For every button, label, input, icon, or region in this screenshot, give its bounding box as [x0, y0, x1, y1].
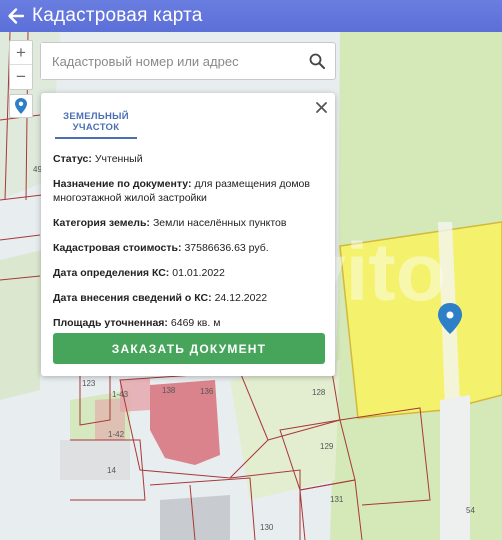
detail-label: Статус: [53, 153, 92, 165]
map-label: 54 [466, 506, 475, 515]
map-label: 1-43 [112, 390, 129, 399]
map-label: 131 [330, 495, 344, 504]
back-button[interactable] [0, 0, 32, 32]
detail-row-status: Статус: Учтенный [53, 152, 325, 166]
detail-row-area: Площадь уточненная: 6469 кв. м [53, 316, 325, 330]
search-icon [309, 53, 325, 69]
map-marker-icon [15, 98, 27, 114]
parcel-info-card: ЗЕМЕЛЬНЫЙ УЧАСТОК Статус: Учтенный Назнач… [41, 93, 335, 376]
order-document-button[interactable]: ЗАКАЗАТЬ ДОКУМЕНТ [53, 333, 325, 364]
arrow-left-icon [8, 8, 25, 24]
close-icon [315, 101, 327, 113]
detail-value: 01.01.2022 [172, 267, 225, 279]
map-label: 130 [260, 523, 274, 532]
detail-value: 37586636.63 руб. [184, 242, 269, 254]
map-label: 136 [200, 387, 214, 396]
detail-row-valuation-date: Дата определения КС: 01.01.2022 [53, 266, 325, 280]
detail-value: 6469 кв. м [170, 317, 221, 329]
detail-row-purpose: Назначение по документу: для размещения д… [53, 177, 325, 205]
detail-label: Дата внесения сведений о КС: [53, 292, 212, 304]
detail-value: 24.12.2022 [214, 292, 268, 304]
map-label: 1-42 [108, 430, 125, 439]
search-bar [40, 42, 336, 80]
detail-row-category: Категория земель: Земли населённых пункто… [53, 216, 325, 230]
map-label: 14 [107, 466, 116, 475]
close-button[interactable] [313, 99, 329, 115]
detail-value: Учтенный [94, 153, 143, 165]
detail-label: Кадастровая стоимость: [53, 242, 182, 254]
detail-label: Категория земель: [53, 217, 150, 229]
detail-label: Площадь уточненная: [53, 317, 168, 329]
detail-row-entry-date: Дата внесения сведений о КС: 24.12.2022 [53, 291, 325, 305]
detail-row-cadastral-value: Кадастровая стоимость: 37586636.63 руб. [53, 241, 325, 255]
zoom-in-button[interactable]: + [10, 41, 32, 65]
detail-label: Дата определения КС: [53, 267, 170, 279]
tab-land-parcel[interactable]: ЗЕМЕЛЬНЫЙ УЧАСТОК [55, 111, 137, 139]
detail-label: Назначение по документу: [53, 178, 192, 190]
map-label: 128 [312, 388, 326, 397]
zoom-out-button[interactable]: − [10, 65, 32, 89]
page-title: Кадастровая карта [32, 5, 203, 26]
map-label: 129 [320, 442, 334, 451]
app-header: Кадастровая карта [0, 0, 502, 32]
detail-value: Земли населённых пунктов [152, 217, 287, 229]
geolocation-button[interactable] [9, 94, 33, 118]
search-button[interactable] [299, 43, 335, 79]
search-input[interactable] [41, 43, 299, 79]
map-label: 123 [82, 379, 96, 388]
zoom-control: + − [9, 40, 33, 90]
parcel-details: Статус: Учтенный Назначение по документу:… [53, 152, 325, 341]
map-label: 138 [162, 386, 176, 395]
